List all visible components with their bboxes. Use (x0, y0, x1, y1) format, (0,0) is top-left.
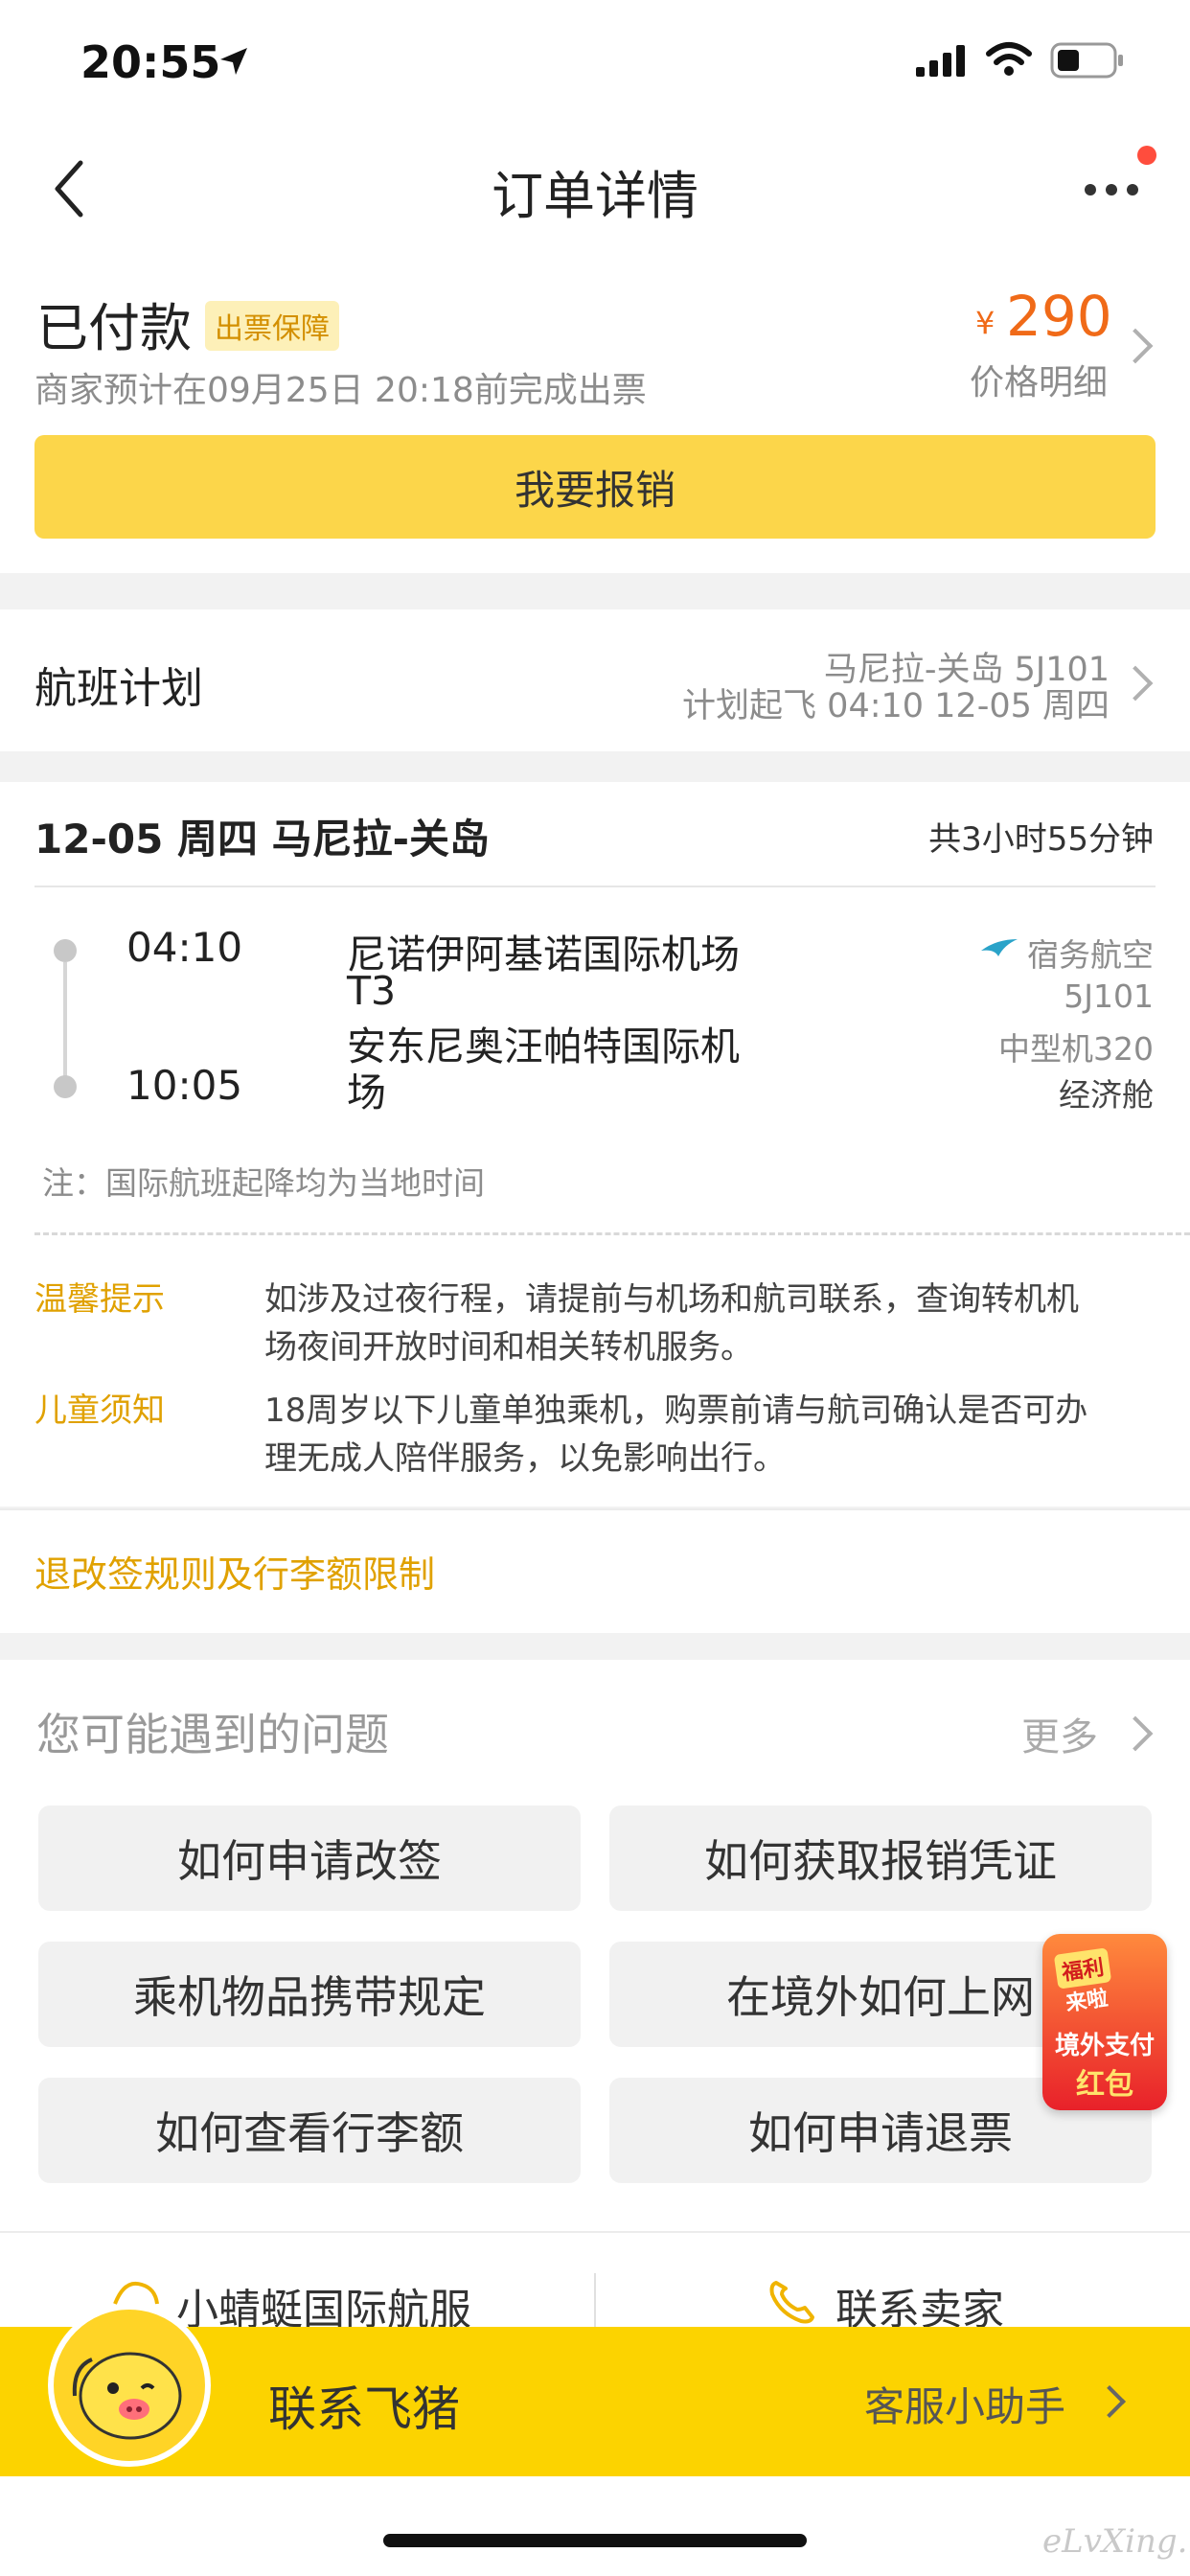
tip-text-children-line2: 理无成人陪伴服务，以免影响出行。 (264, 1439, 786, 1478)
promo-red-packet[interactable]: 福利 来啦 境外支付 红包 (1042, 1934, 1167, 2110)
departure-airport-line1: 尼诺伊阿基诺国际机场 (347, 932, 740, 978)
departure-dot-icon (54, 939, 77, 962)
service-divider (594, 2273, 596, 2327)
signal-icon (916, 45, 965, 77)
arrival-airport-line2: 场 (347, 1070, 386, 1116)
more-icon[interactable] (1083, 178, 1140, 201)
tip-text-children-line1: 18周岁以下儿童单独乘机，购票前请与航司确认是否可办 (264, 1392, 1088, 1430)
wifi-icon (986, 42, 1032, 76)
mascot-icon (72, 2352, 182, 2440)
tip-text-warm-line2: 场夜间开放时间和相关转机服务。 (264, 1328, 753, 1367)
ticket-guarantee-badge: 出票保障 (205, 301, 339, 351)
price-detail-link[interactable]: 价格明细 (970, 355, 1108, 404)
home-area (0, 2476, 1190, 2576)
airline-logo-icon (981, 939, 1018, 956)
notification-dot (1137, 146, 1156, 165)
airline-name: 宿务航空 (1027, 936, 1154, 974)
arrival-airport-line1: 安东尼奥汪帕特国际机 (347, 1024, 740, 1070)
tip-text-warm-line1: 如涉及过夜行程，请提前与机场和航司联系，查询转机机 (264, 1280, 1079, 1319)
departure-time: 04:10 (126, 924, 243, 971)
tip-label-children: 儿童须知 (34, 1392, 165, 1430)
faq-item-rebook[interactable]: 如何申请改签 (38, 1806, 581, 1911)
aircraft-type: 中型机320 (998, 1030, 1154, 1068)
price-currency: ¥ (975, 305, 995, 341)
dashed-divider (34, 1232, 1190, 1235)
faq-title: 您可能遇到的问题 (36, 1709, 389, 1760)
assistant-label[interactable]: 客服小助手 (864, 2375, 1065, 2433)
faq-item-carry-rules[interactable]: 乘机物品携带规定 (38, 1942, 581, 2047)
promo-line4: 红包 (1076, 2068, 1133, 2102)
battery-icon (1050, 42, 1123, 79)
cabin-class: 经济舱 (1059, 1076, 1154, 1114)
page-title: 订单详情 (492, 166, 698, 226)
flight-number: 5J101 (1064, 978, 1154, 1015)
promo-line3: 境外支付 (1054, 2032, 1155, 2060)
contact-fliggy-title: 联系飞猪 (268, 2381, 460, 2437)
flight-plan-label: 航班计划 (34, 664, 203, 713)
reimburse-button[interactable]: 我要报销 (34, 435, 1156, 539)
faq-item-reimburse-proof[interactable]: 如何获取报销凭证 (609, 1806, 1152, 1911)
tip-label-warm: 温馨提示 (34, 1280, 165, 1319)
price-value[interactable]: 290 (1006, 284, 1112, 349)
flight-plan-schedule: 计划起飞 04:10 12-05 周四 (682, 687, 1110, 725)
phone-icon (769, 2281, 814, 2324)
order-status: 已付款 (36, 298, 192, 358)
divider (34, 886, 1156, 887)
ticket-note: 商家预计在09月25日 20:18前完成出票 (34, 371, 647, 410)
faq-item-baggage[interactable]: 如何查看行李额 (38, 2078, 581, 2183)
flight-duration: 共3小时55分钟 (928, 820, 1154, 859)
mascot-avatar (48, 2304, 211, 2467)
status-time: 20:55 (80, 36, 221, 88)
home-indicator[interactable] (383, 2534, 807, 2547)
promo-line2: 来啦 (1064, 1987, 1110, 2016)
timeline-line (63, 962, 67, 1083)
flight-date-route: 12-05 周四 马尼拉-关岛 (34, 816, 491, 862)
watermark: eLvXing.net (1042, 2522, 1190, 2561)
location-arrow-icon (220, 48, 247, 75)
local-time-note: 注：国际航班起降均为当地时间 (42, 1164, 485, 1202)
arrival-time: 10:05 (126, 1062, 243, 1109)
refund-rules-link[interactable]: 退改签规则及行李额限制 (34, 1545, 435, 1598)
arrival-dot-icon (54, 1075, 77, 1098)
departure-airport-line2: T3 (347, 968, 397, 1014)
faq-more-link[interactable]: 更多 (1021, 1706, 1098, 1761)
